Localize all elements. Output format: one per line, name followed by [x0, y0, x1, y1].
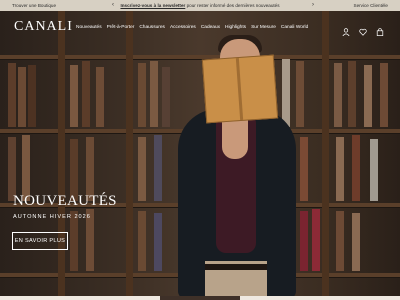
- hero-title: NOUVEAUTÉS: [13, 193, 117, 209]
- nav-item-sur-mesure[interactable]: Sur Mesure: [251, 25, 276, 30]
- hero-banner[interactable]: [0, 11, 400, 296]
- main-navigation: Nouveautés Prêt-à-Porter Chaussures Acce…: [76, 25, 308, 30]
- book-image: [201, 54, 279, 124]
- nav-item-accessoires[interactable]: Accessoires: [170, 25, 196, 30]
- user-icon[interactable]: [342, 23, 350, 37]
- learn-more-button[interactable]: EN SAVOIR PLUS: [12, 232, 68, 250]
- header-icons: [342, 23, 384, 37]
- next-arrow-icon[interactable]: ›: [312, 2, 314, 8]
- announcement-bar: Trouver une Boutique ‹ Inscrivez-vous à …: [0, 0, 400, 11]
- newsletter-link[interactable]: Inscrivez-vous à la newsletter: [120, 3, 185, 8]
- heart-icon[interactable]: [359, 23, 367, 36]
- nav-item-nouveautes[interactable]: Nouveautés: [76, 25, 102, 30]
- nav-item-chaussures[interactable]: Chaussures: [139, 25, 165, 30]
- nav-item-cadeaux[interactable]: Cadeaux: [201, 25, 220, 30]
- brand-logo[interactable]: CANALI: [14, 19, 73, 35]
- store-locator-link[interactable]: Trouver une Boutique: [12, 3, 56, 8]
- hero-subtitle: AUTONNE HIVER 2026: [13, 214, 91, 220]
- nav-item-pret-a-porter[interactable]: Prêt-à-Porter: [107, 25, 135, 30]
- previous-arrow-icon[interactable]: ‹: [112, 2, 114, 8]
- nav-item-canali-world[interactable]: Canali World: [281, 25, 308, 30]
- bag-icon[interactable]: [376, 23, 384, 36]
- customer-service-link[interactable]: Service Clientèle: [354, 3, 388, 8]
- next-section-preview: [0, 296, 400, 300]
- newsletter-message: Inscrivez-vous à la newsletter pour rest…: [120, 3, 279, 8]
- newsletter-text: pour rester informé des dernières nouvea…: [185, 3, 280, 8]
- nav-item-highlights[interactable]: Highlights: [225, 25, 246, 30]
- site-header: CANALI Nouveautés Prêt-à-Porter Chaussur…: [0, 11, 400, 43]
